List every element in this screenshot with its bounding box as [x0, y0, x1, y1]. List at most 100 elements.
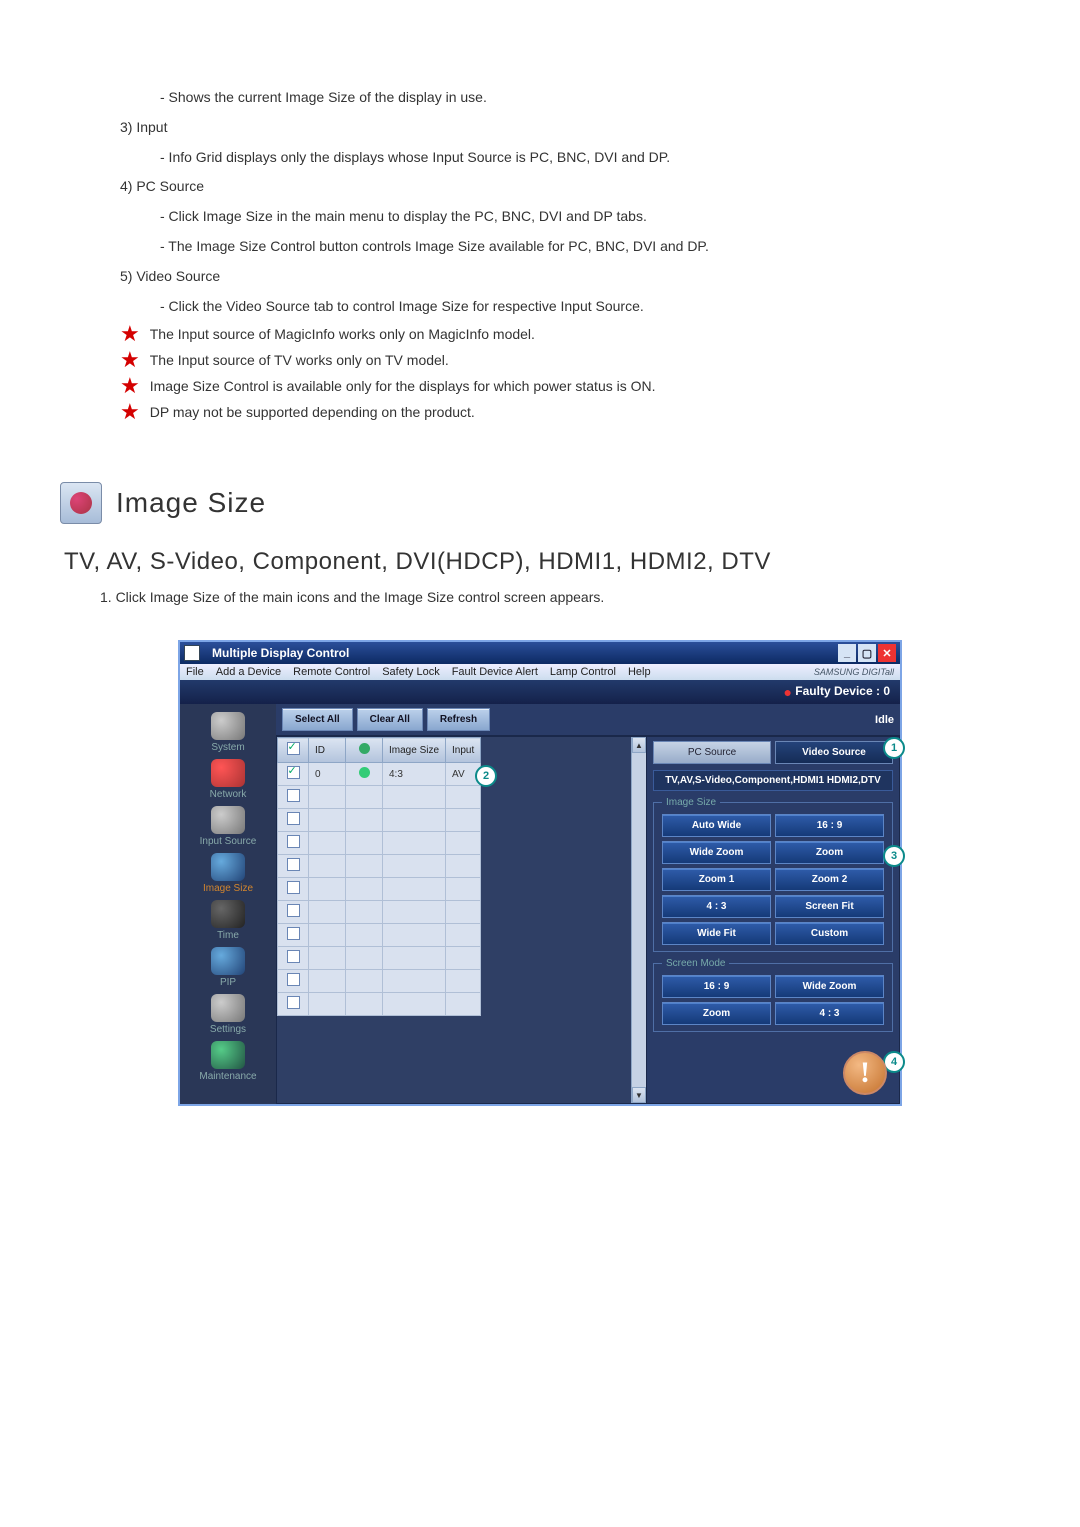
sidebar-item-label: System — [211, 742, 244, 753]
col-input[interactable]: Input — [446, 738, 481, 763]
device-table: ID Image Size Input 0 4:3 AV — [277, 737, 481, 1016]
network-icon — [211, 759, 245, 787]
table-row[interactable] — [278, 878, 481, 901]
btn-4-3[interactable]: 4 : 3 — [662, 895, 771, 918]
sidebar-item-network[interactable]: Network — [210, 759, 247, 800]
minimize-button[interactable]: _ — [838, 644, 856, 662]
btn-sm-wide-zoom[interactable]: Wide Zoom — [775, 975, 884, 998]
table-row[interactable] — [278, 947, 481, 970]
sidebar-item-label: Input Source — [200, 836, 257, 847]
note-text: The Input source of TV works only on TV … — [150, 350, 449, 368]
input-source-icon — [211, 806, 245, 834]
source-info-strip: TV,AV,S-Video,Component,HDMI1 HDMI2,DTV — [653, 770, 893, 791]
table-row[interactable] — [278, 786, 481, 809]
callout-2: 2 — [475, 765, 497, 787]
sidebar-item-input-source[interactable]: Input Source — [200, 806, 257, 847]
clear-all-button[interactable]: Clear All — [357, 708, 423, 731]
refresh-button[interactable]: Refresh — [427, 708, 490, 731]
cell-image-size: 4:3 — [383, 763, 446, 786]
window-title: Multiple Display Control — [206, 646, 838, 660]
close-button[interactable]: ✕ — [878, 644, 896, 662]
sidebar-item-system[interactable]: System — [211, 712, 245, 753]
btn-zoom1[interactable]: Zoom 1 — [662, 868, 771, 891]
pip-icon — [211, 947, 245, 975]
menu-remote-control[interactable]: Remote Control — [293, 666, 370, 678]
col-image-size[interactable]: Image Size — [383, 738, 446, 763]
menu-lamp-control[interactable]: Lamp Control — [550, 666, 616, 678]
table-row[interactable]: 0 4:3 AV — [278, 763, 481, 786]
btn-wide-fit[interactable]: Wide Fit — [662, 922, 771, 945]
tab-video-source[interactable]: Video Source — [775, 741, 893, 764]
btn-sm-16-9[interactable]: 16 : 9 — [662, 975, 771, 998]
sidebar-item-settings[interactable]: Settings — [210, 994, 246, 1035]
sidebar-item-pip[interactable]: PIP — [211, 947, 245, 988]
star-icon: ★ — [120, 402, 140, 422]
btn-sm-4-3[interactable]: 4 : 3 — [775, 1002, 884, 1025]
table-row[interactable] — [278, 855, 481, 878]
tab-pc-source[interactable]: PC Source — [653, 741, 771, 764]
btn-screen-fit[interactable]: Screen Fit — [775, 895, 884, 918]
sidebar-item-maintenance[interactable]: Maintenance — [199, 1041, 256, 1082]
table-row[interactable] — [278, 970, 481, 993]
warning-dot-icon: ● — [783, 684, 791, 700]
btn-zoom2[interactable]: Zoom 2 — [775, 868, 884, 891]
titlebar: Multiple Display Control _ ▢ ✕ — [180, 642, 900, 664]
star-icon: ★ — [120, 376, 140, 396]
btn-sm-zoom[interactable]: Zoom — [662, 1002, 771, 1025]
col-id[interactable]: ID — [309, 738, 346, 763]
scroll-down-icon[interactable]: ▼ — [632, 1087, 646, 1103]
table-row[interactable] — [278, 832, 481, 855]
btn-zoom[interactable]: Zoom — [775, 841, 884, 864]
doc-item: 5) Video Source — [60, 265, 1020, 289]
table-row[interactable] — [278, 901, 481, 924]
star-icon: ★ — [120, 324, 140, 344]
btn-16-9[interactable]: 16 : 9 — [775, 814, 884, 837]
btn-custom[interactable]: Custom — [775, 922, 884, 945]
doc-line: - Click Image Size in the main menu to d… — [60, 205, 1020, 229]
checkbox-icon[interactable] — [287, 766, 300, 779]
sidebar: System Network Input Source Image Size T… — [180, 704, 276, 1104]
screen-mode-fieldset: Screen Mode 16 : 9 Wide Zoom Zoom 4 : 3 — [653, 958, 893, 1032]
checkbox-icon[interactable] — [287, 789, 300, 802]
checkbox-icon[interactable] — [287, 812, 300, 825]
table-row[interactable] — [278, 924, 481, 947]
checkbox-icon[interactable] — [287, 881, 300, 894]
table-scrollbar[interactable]: ▲ ▼ — [631, 737, 646, 1103]
app-window: Multiple Display Control _ ▢ ✕ File Add … — [178, 640, 902, 1106]
menubar: File Add a Device Remote Control Safety … — [180, 664, 900, 680]
menu-safety-lock[interactable]: Safety Lock — [382, 666, 439, 678]
menu-file[interactable]: File — [186, 666, 204, 678]
sidebar-item-label: Time — [217, 930, 239, 941]
menu-add-device[interactable]: Add a Device — [216, 666, 281, 678]
sidebar-item-label: Maintenance — [199, 1071, 256, 1082]
checkbox-icon[interactable] — [287, 835, 300, 848]
col-status[interactable] — [346, 738, 383, 763]
sidebar-item-time[interactable]: Time — [211, 900, 245, 941]
checkbox-icon[interactable] — [287, 973, 300, 986]
image-size-icon — [211, 853, 245, 881]
brand-label: SAMSUNG DIGITall — [814, 667, 894, 677]
maximize-button[interactable]: ▢ — [858, 644, 876, 662]
menu-fault-alert[interactable]: Fault Device Alert — [452, 666, 538, 678]
checkbox-icon[interactable] — [287, 927, 300, 940]
checkbox-icon[interactable] — [287, 858, 300, 871]
col-check[interactable] — [278, 738, 309, 763]
checkbox-icon[interactable] — [287, 996, 300, 1009]
app-icon — [184, 645, 200, 661]
note-text: The Input source of MagicInfo works only… — [150, 324, 535, 342]
menu-help[interactable]: Help — [628, 666, 651, 678]
btn-wide-zoom[interactable]: Wide Zoom — [662, 841, 771, 864]
select-all-button[interactable]: Select All — [282, 708, 353, 731]
checkbox-icon[interactable] — [287, 950, 300, 963]
exclamation-icon: ! — [843, 1051, 887, 1095]
scroll-up-icon[interactable]: ▲ — [632, 737, 646, 753]
table-row[interactable] — [278, 809, 481, 832]
cell-id: 0 — [309, 763, 346, 786]
sidebar-item-image-size[interactable]: Image Size — [203, 853, 253, 894]
checkbox-icon[interactable] — [287, 904, 300, 917]
right-panel: PC Source Video Source TV,AV,S-Video,Com… — [646, 737, 899, 1103]
table-row[interactable] — [278, 993, 481, 1016]
callout-1: 1 — [883, 737, 905, 759]
btn-auto-wide[interactable]: Auto Wide — [662, 814, 771, 837]
status-dot-icon — [359, 767, 370, 778]
